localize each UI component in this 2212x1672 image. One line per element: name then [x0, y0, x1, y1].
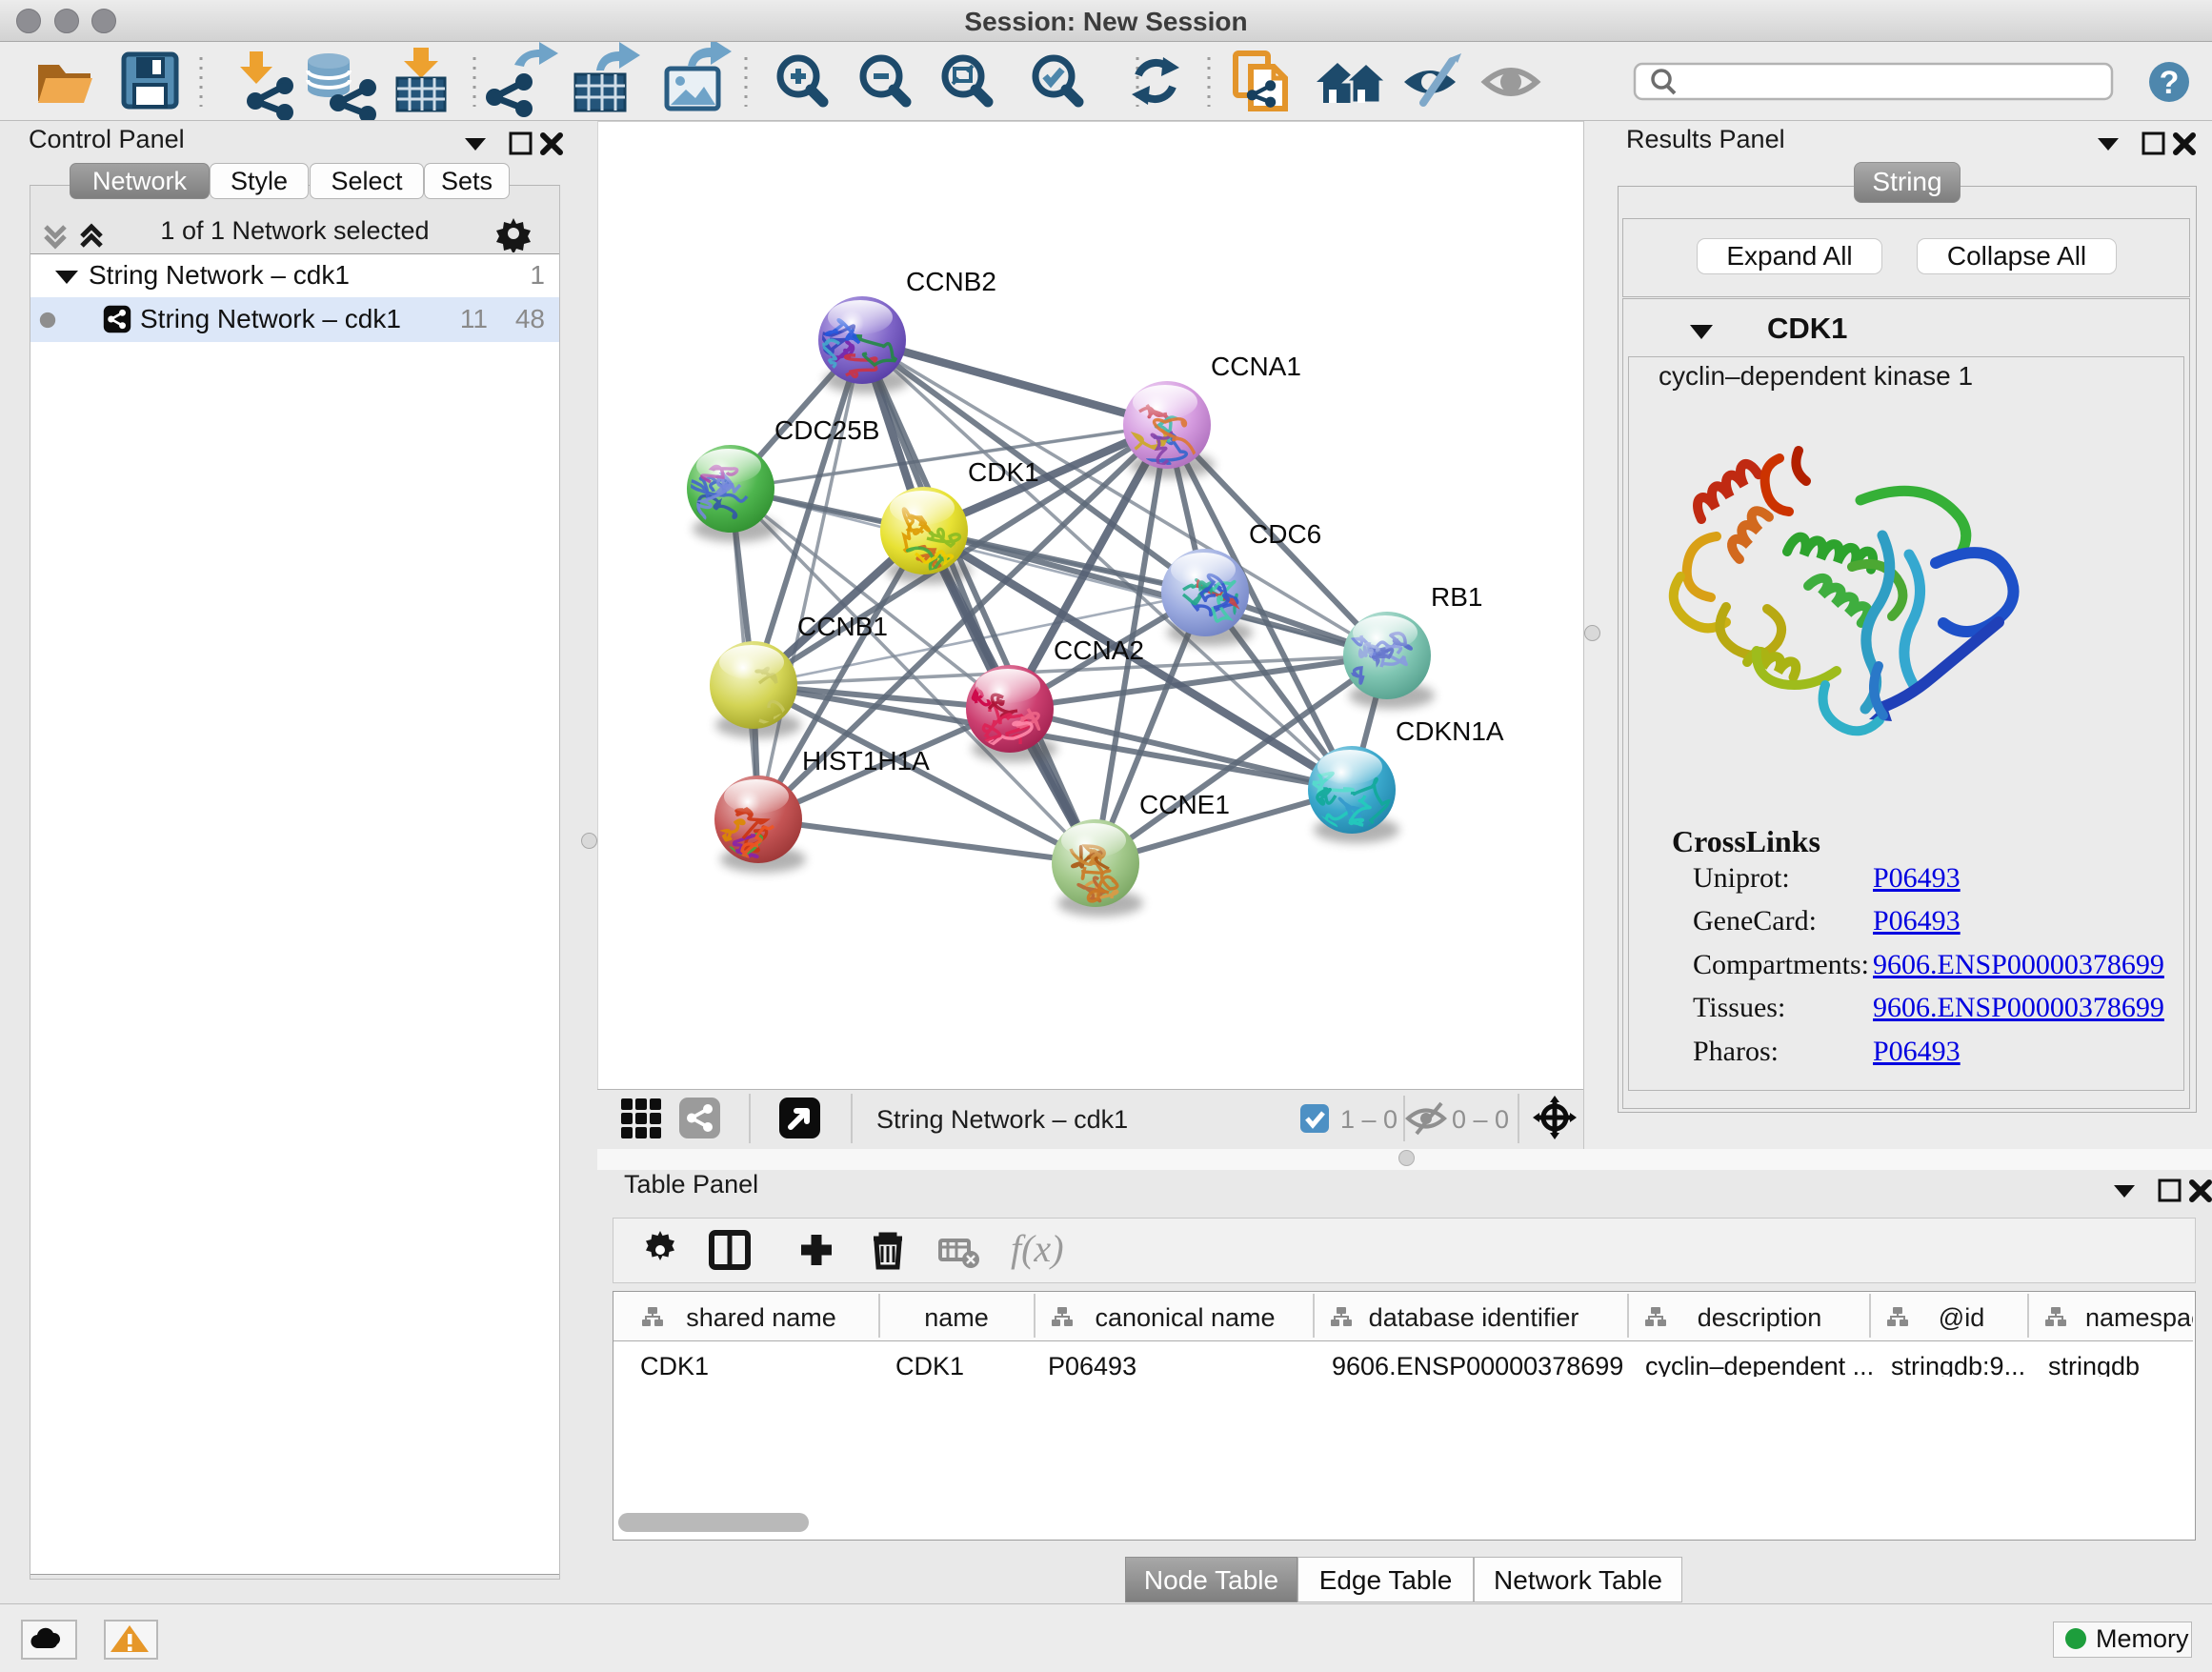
svg-text:cyclin–dependent ...: cyclin–dependent ... — [1645, 1352, 1874, 1377]
svg-text:stringdb:9...: stringdb:9... — [1891, 1352, 2025, 1377]
svg-text:stringdb: stringdb — [2048, 1352, 2140, 1377]
svg-text:namespac: namespac — [2085, 1303, 2193, 1332]
svg-text:database identifier: database identifier — [1369, 1303, 1579, 1332]
svg-text:1 – 0: 1 – 0 — [1340, 1105, 1398, 1134]
svg-text:name: name — [924, 1303, 989, 1332]
svg-text:CDC6: CDC6 — [1249, 519, 1321, 549]
svg-text:CCNB1: CCNB1 — [797, 612, 888, 641]
svg-text:canonical name: canonical name — [1095, 1303, 1275, 1332]
svg-text:HIST1H1A: HIST1H1A — [802, 746, 930, 776]
svg-text:CCNE1: CCNE1 — [1139, 790, 1230, 819]
svg-text:@id: @id — [1939, 1303, 1984, 1332]
svg-text:RB1: RB1 — [1431, 582, 1482, 612]
svg-text:CDK1: CDK1 — [640, 1352, 709, 1377]
svg-text:9606.ENSP00000378699: 9606.ENSP00000378699 — [1332, 1352, 1623, 1377]
svg-text:CDC25B: CDC25B — [774, 415, 879, 445]
svg-text:shared name: shared name — [686, 1303, 836, 1332]
svg-text:f(x): f(x) — [1011, 1227, 1064, 1270]
svg-text:CCNA2: CCNA2 — [1054, 635, 1144, 665]
svg-text:CDKN1A: CDKN1A — [1396, 716, 1504, 746]
svg-text:CCNA1: CCNA1 — [1211, 352, 1301, 381]
svg-text:description: description — [1698, 1303, 1822, 1332]
svg-text:0 – 0: 0 – 0 — [1452, 1105, 1509, 1134]
svg-text:P06493: P06493 — [1048, 1352, 1136, 1377]
svg-text:?: ? — [2160, 65, 2180, 101]
svg-text:CDK1: CDK1 — [895, 1352, 964, 1377]
svg-text:CDK1: CDK1 — [968, 457, 1039, 487]
svg-text:String Network – cdk1: String Network – cdk1 — [876, 1105, 1128, 1134]
svg-text:CCNB2: CCNB2 — [906, 267, 996, 296]
